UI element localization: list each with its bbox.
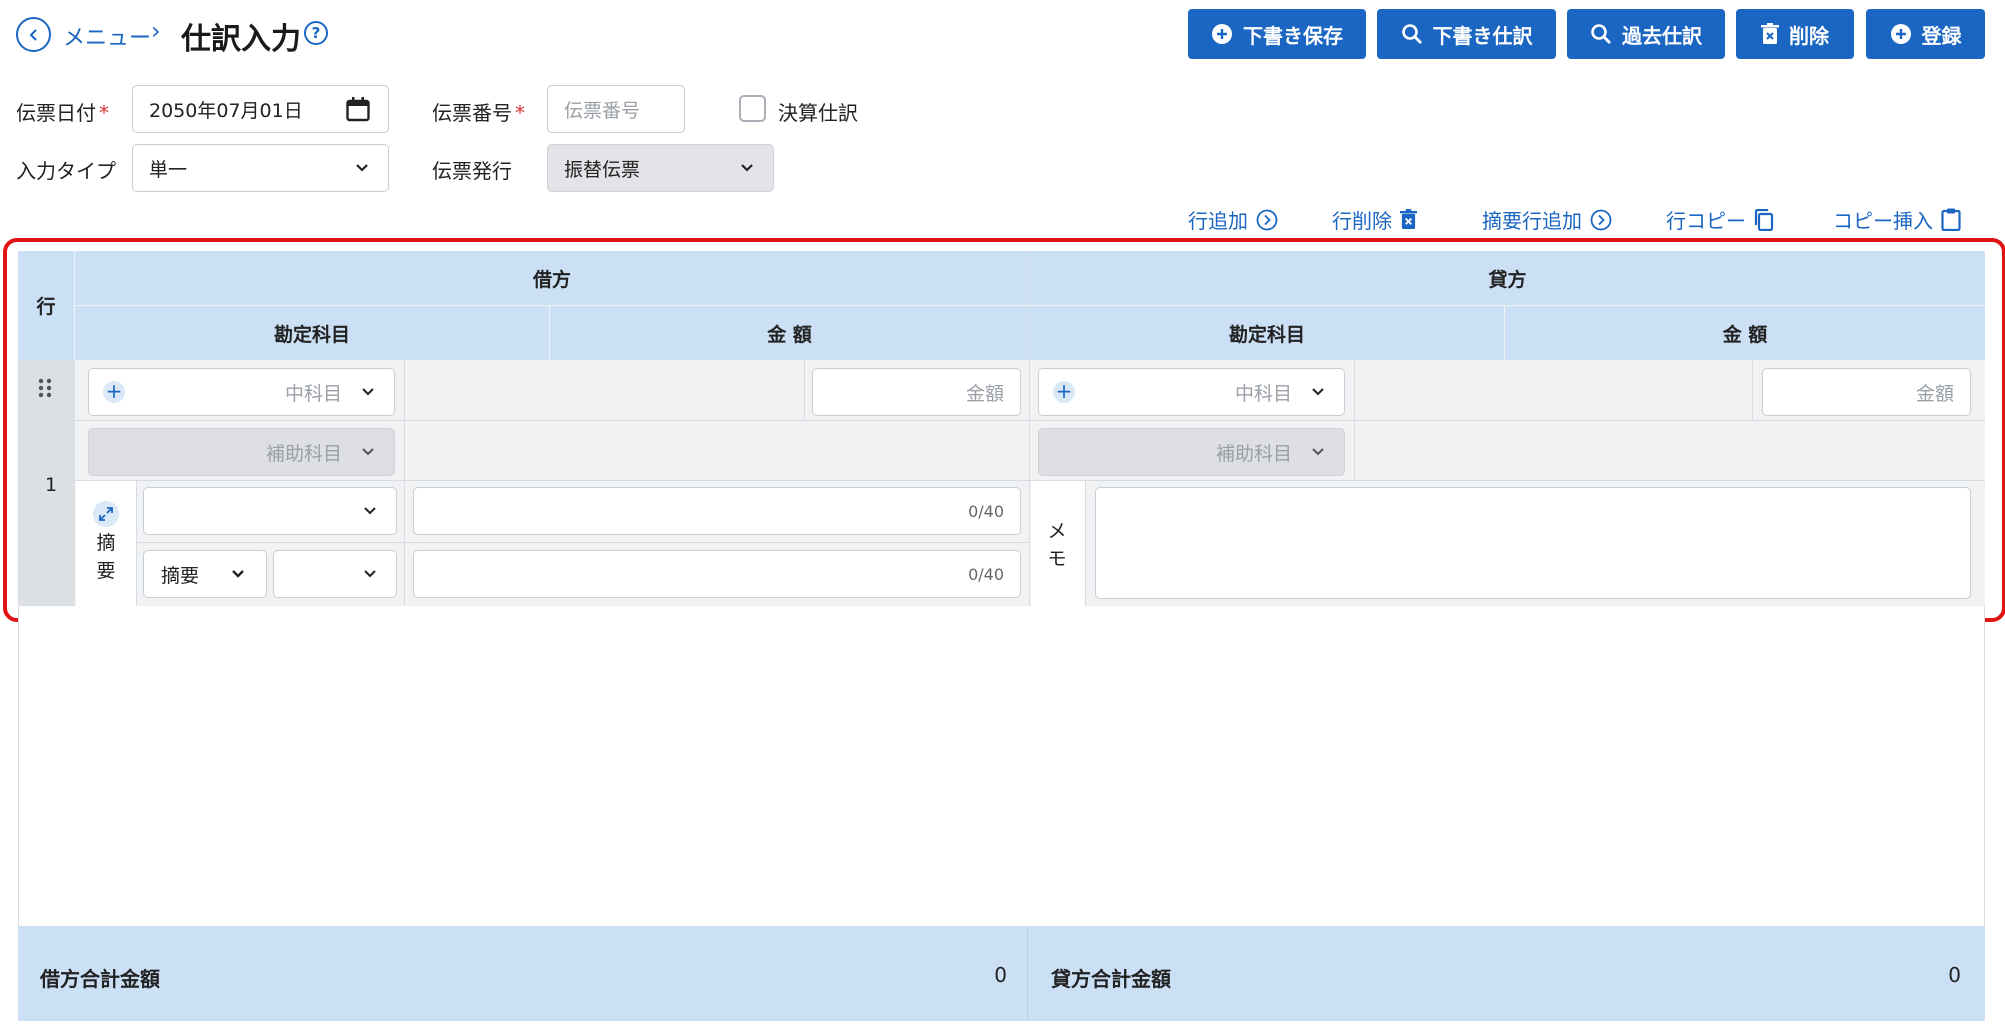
clipboard-icon: [1941, 208, 1961, 231]
delete-button[interactable]: 削除: [1736, 9, 1854, 59]
copy-insert-label: コピー挿入: [1833, 209, 1933, 233]
draft-save-button[interactable]: 下書き保存: [1188, 9, 1366, 59]
delete-row-label: 行削除: [1332, 209, 1392, 233]
credit-total-label: 貸方合計金額: [1051, 967, 1171, 991]
required-mark: *: [99, 101, 109, 125]
search-icon: [1591, 24, 1611, 44]
issue-label: 伝票発行: [432, 159, 512, 183]
chevron-down-icon: [741, 164, 753, 172]
past-entry-label: 過去仕訳: [1622, 23, 1702, 48]
copy-row-action[interactable]: 行コピー: [1666, 205, 1774, 234]
breadcrumb-separator: ›: [151, 17, 161, 45]
help-icon[interactable]: ?: [304, 21, 328, 45]
number-label-text: 伝票番号: [432, 101, 512, 125]
grid-empty-area: [18, 606, 1985, 926]
input-type-label: 入力タイプ: [16, 159, 116, 183]
number-placeholder: 伝票番号: [564, 99, 641, 122]
highlight-frame: [3, 238, 2005, 622]
trash-icon: [1400, 209, 1417, 229]
plus-circle-icon: [1890, 24, 1911, 44]
draft-entry-label: 下書き仕訳: [1432, 23, 1533, 48]
date-label: 伝票日付 *: [16, 97, 109, 126]
date-label-text: 伝票日付: [16, 101, 96, 125]
input-type-value: 単一: [149, 158, 188, 181]
credit-total-value: 0: [1948, 963, 1961, 987]
register-button[interactable]: 登録: [1866, 9, 1985, 59]
search-icon: [1401, 24, 1422, 44]
totals-divider: [1027, 926, 1028, 1021]
input-type-select[interactable]: 単一: [132, 144, 389, 192]
number-input[interactable]: 伝票番号: [547, 85, 685, 133]
date-field[interactable]: 2050年07月01日: [132, 85, 389, 133]
page-title: 仕訳入力: [181, 22, 301, 57]
delete-label: 削除: [1789, 23, 1829, 48]
copy-insert-action[interactable]: コピー挿入: [1833, 205, 1961, 234]
page-header: メニュー › 仕訳入力 ? 下書き保存 下書き仕訳 過去仕訳 削除 登録: [0, 0, 2005, 72]
delete-row-action[interactable]: 行削除: [1332, 205, 1417, 234]
debit-total-label: 借方合計金額: [40, 967, 160, 991]
totals-bar: 借方合計金額 0 貸方合計金額 0: [18, 926, 1985, 1021]
chevron-down-icon: [356, 164, 368, 172]
issue-value: 振替伝票: [564, 158, 641, 181]
debit-total-value: 0: [994, 963, 1007, 987]
add-summary-row-label: 摘要行追加: [1482, 209, 1582, 233]
trash-icon: [1761, 23, 1779, 44]
chevron-right-circle-icon: [1590, 209, 1612, 230]
copy-icon: [1754, 208, 1774, 231]
chevron-left-icon: [29, 28, 37, 41]
past-entry-button[interactable]: 過去仕訳: [1567, 9, 1725, 59]
plus-circle-icon: [1212, 24, 1232, 44]
copy-row-label: 行コピー: [1666, 209, 1746, 233]
number-label: 伝票番号 *: [432, 97, 525, 126]
add-row-action[interactable]: 行追加: [1188, 205, 1278, 234]
draft-entry-button[interactable]: 下書き仕訳: [1377, 9, 1556, 59]
draft-save-label: 下書き保存: [1243, 23, 1343, 48]
register-label: 登録: [1921, 23, 1962, 48]
breadcrumb-menu[interactable]: メニュー: [63, 20, 151, 52]
add-summary-row-action[interactable]: 摘要行追加: [1482, 205, 1612, 234]
required-mark: *: [515, 101, 525, 125]
issue-select: 振替伝票: [547, 144, 774, 192]
closing-entry-label: 決算仕訳: [778, 101, 858, 125]
chevron-right-circle-icon: [1256, 209, 1278, 230]
back-button[interactable]: [16, 17, 51, 52]
calendar-icon[interactable]: [346, 97, 370, 122]
date-value: 2050年07月01日: [149, 99, 303, 122]
add-row-label: 行追加: [1188, 209, 1248, 233]
closing-entry-checkbox[interactable]: [739, 95, 766, 122]
